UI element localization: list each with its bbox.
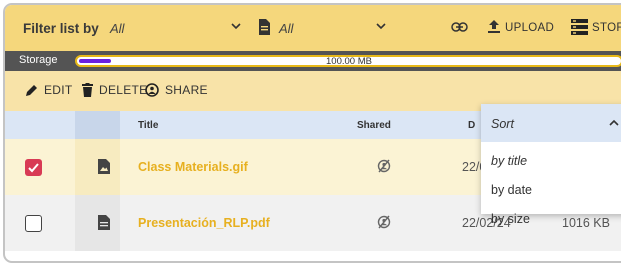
sort-dropdown-label: Sort <box>491 117 514 131</box>
column-header-date[interactable]: D <box>468 120 475 131</box>
storage-label: Storage <box>19 54 58 66</box>
file-name-link[interactable]: Class Materials.gif <box>138 160 248 174</box>
trash-icon <box>82 83 93 97</box>
sort-option-size[interactable]: by size <box>491 212 530 226</box>
document-file-icon <box>98 215 110 233</box>
sort-dropdown-header[interactable]: Sort <box>481 104 621 142</box>
share-button[interactable]: SHARE <box>145 83 208 97</box>
share-label: SHARE <box>165 83 208 97</box>
owner-filter-select[interactable]: All <box>110 21 124 36</box>
delete-button[interactable]: DELETE <box>82 83 147 97</box>
column-header-shared[interactable]: Shared <box>357 120 391 131</box>
chevron-down-icon[interactable] <box>230 20 242 35</box>
sort-dropdown[interactable]: Sort by title by date by size <box>481 104 621 226</box>
select-column-header <box>5 111 75 139</box>
storage-capacity-text: 100.00 MB <box>326 56 372 67</box>
column-header-title[interactable]: Title <box>138 120 158 131</box>
icon-column-header <box>75 111 120 139</box>
link-icon[interactable] <box>451 21 468 36</box>
filter-toolbar: Filter list by All All UPLOAD STORAGE <box>5 5 621 51</box>
row-checkbox[interactable] <box>25 159 42 176</box>
sort-option-date[interactable]: by date <box>491 183 532 197</box>
not-shared-icon <box>376 214 392 233</box>
pencil-icon <box>26 84 37 96</box>
delete-label: DELETE <box>99 83 148 97</box>
filter-label: Filter list by <box>23 21 99 36</box>
file-type-icon <box>258 19 271 38</box>
sort-option-title[interactable]: by title <box>491 154 527 168</box>
file-size: 1016 KB <box>562 216 610 230</box>
storage-icon[interactable] <box>571 19 588 38</box>
storage-button[interactable]: STORAGE <box>592 22 621 34</box>
edit-button[interactable]: EDIT <box>25 83 73 97</box>
share-icon <box>145 83 159 97</box>
upload-icon[interactable] <box>488 19 500 37</box>
row-checkbox[interactable] <box>25 215 42 232</box>
file-manager-panel: Filter list by All All UPLOAD STORAGE St… <box>3 3 621 263</box>
image-file-icon <box>98 159 110 177</box>
type-filter-select[interactable]: All <box>279 21 293 36</box>
checkmark-icon <box>28 163 39 173</box>
not-shared-icon <box>376 158 392 177</box>
storage-progress-track: 100.00 MB <box>75 55 621 67</box>
chevron-up-icon[interactable] <box>608 117 620 132</box>
storage-usage-bar: Storage 100.00 MB <box>5 51 621 71</box>
file-name-link[interactable]: Presentación_RLP.pdf <box>138 216 270 230</box>
edit-label: EDIT <box>44 83 73 97</box>
upload-button[interactable]: UPLOAD <box>505 22 554 34</box>
chevron-down-icon[interactable] <box>375 20 387 35</box>
